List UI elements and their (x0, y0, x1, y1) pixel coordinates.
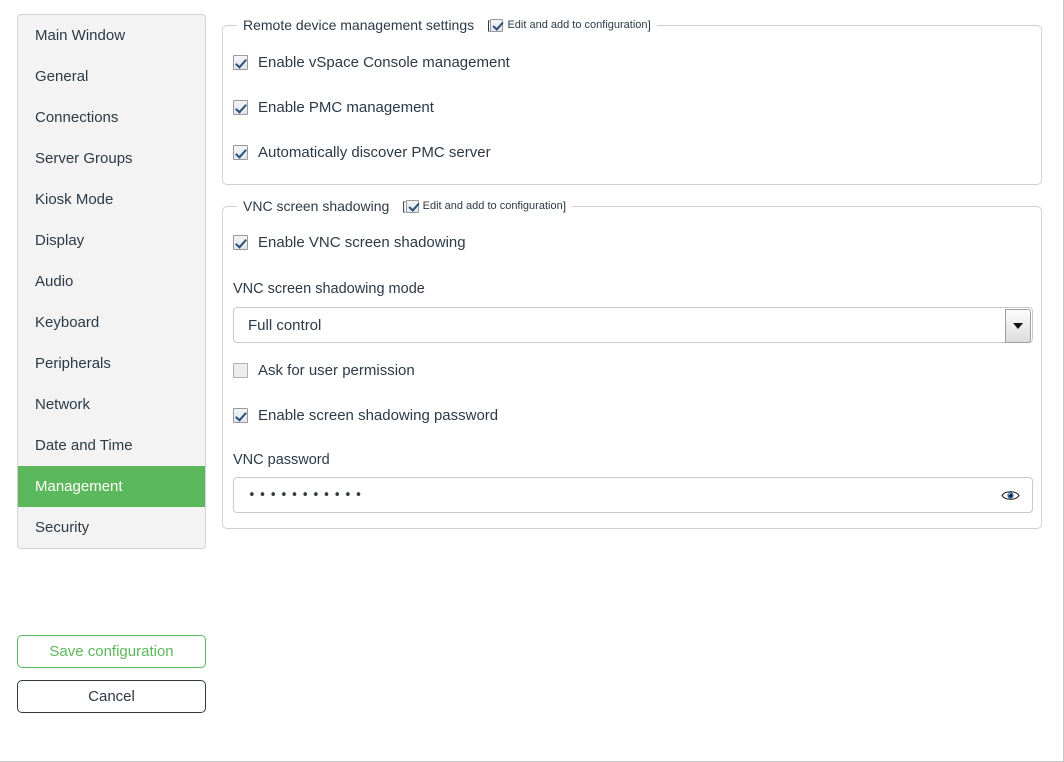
sidebar-item-audio[interactable]: Audio (18, 261, 205, 302)
vnc-edit-label: Edit and add to configuration (422, 200, 563, 212)
enable-screen-shadowing-password-label: Enable screen shadowing password (258, 407, 499, 424)
auto-discover-pmc-server-label: Automatically discover PMC server (258, 144, 491, 161)
remote-edit-checkbox[interactable] (490, 18, 504, 32)
option-enable-pmc-management[interactable]: Enable PMC management (233, 99, 434, 116)
sidebar-item-security[interactable]: Security (18, 507, 205, 548)
option-auto-discover-pmc-server[interactable]: Automatically discover PMC server (233, 144, 491, 161)
sidebar-item-kiosk-mode[interactable]: Kiosk Mode (18, 179, 205, 220)
sidebar-item-general[interactable]: General (18, 56, 205, 97)
vnc-edit-checkbox[interactable] (405, 199, 419, 213)
bracket-close: ] (647, 18, 651, 32)
enable-pmc-management-checkbox[interactable] (233, 100, 248, 115)
vnc-password-field[interactable]: ••••••••••• (233, 477, 1033, 513)
enable-vspace-console-checkbox[interactable] (233, 55, 248, 70)
settings-sidebar: Main Window General Connections Server G… (17, 14, 206, 549)
sidebar-item-server-groups[interactable]: Server Groups (18, 138, 205, 179)
enable-screen-shadowing-password-checkbox[interactable] (233, 408, 248, 423)
vnc-password-label: VNC password (233, 452, 330, 468)
auto-discover-pmc-server-checkbox[interactable] (233, 145, 248, 160)
remote-edit-label: Edit and add to configuration (507, 19, 648, 31)
enable-vspace-console-label: Enable vSpace Console management (258, 54, 510, 71)
vnc-mode-select[interactable]: Full control (233, 307, 1033, 343)
cancel-button[interactable]: Cancel (17, 680, 206, 713)
eye-icon-svg (1001, 490, 1020, 500)
enable-pmc-management-label: Enable PMC management (258, 99, 434, 116)
sidebar-item-keyboard[interactable]: Keyboard (18, 302, 205, 343)
option-enable-vspace-console[interactable]: Enable vSpace Console management (233, 54, 510, 71)
sidebar-item-management[interactable]: Management (18, 466, 205, 507)
sidebar-item-connections[interactable]: Connections (18, 97, 205, 138)
option-enable-vnc-screen-shadowing[interactable]: Enable VNC screen shadowing (233, 234, 466, 251)
sidebar-item-main-window[interactable]: Main Window (18, 15, 205, 56)
vnc-screen-shadowing-section: VNC screen shadowing [ Edit and add to c… (222, 197, 1042, 529)
vnc-section-legend-text: VNC screen shadowing (243, 198, 390, 214)
save-configuration-button[interactable]: Save configuration (17, 635, 206, 668)
sidebar-item-peripherals[interactable]: Peripherals (18, 343, 205, 384)
vnc-mode-selected-value: Full control (248, 316, 322, 334)
remote-section-legend: Remote device management settings [ Edit… (237, 16, 657, 34)
sidebar-item-network[interactable]: Network (18, 384, 205, 425)
remote-device-management-section: Remote device management settings [ Edit… (222, 16, 1042, 185)
remote-edit-toggle[interactable]: [ Edit and add to configuration ] (487, 18, 651, 32)
vnc-edit-toggle[interactable]: [ Edit and add to configuration ] (402, 199, 566, 213)
enable-vnc-screen-shadowing-checkbox[interactable] (233, 235, 248, 250)
vnc-section-legend: VNC screen shadowing [ Edit and add to c… (237, 197, 573, 215)
sidebar-item-date-and-time[interactable]: Date and Time (18, 425, 205, 466)
settings-window: Main Window General Connections Server G… (0, 0, 1064, 762)
vnc-password-value: ••••••••••• (248, 487, 366, 503)
remote-section-legend-text: Remote device management settings (243, 17, 475, 33)
ask-for-user-permission-checkbox[interactable] (233, 363, 248, 378)
bracket-close: ] (562, 199, 567, 213)
option-enable-screen-shadowing-password[interactable]: Enable screen shadowing password (233, 407, 498, 424)
option-ask-for-user-permission[interactable]: Ask for user permission (233, 362, 415, 379)
ask-for-user-permission-label: Ask for user permission (258, 362, 415, 379)
sidebar-item-display[interactable]: Display (18, 220, 205, 261)
vnc-mode-label: VNC screen shadowing mode (233, 281, 425, 297)
enable-vnc-screen-shadowing-label: Enable VNC screen shadowing (258, 234, 466, 251)
eye-icon[interactable] (1001, 489, 1020, 502)
chevron-down-icon[interactable] (1005, 309, 1031, 343)
